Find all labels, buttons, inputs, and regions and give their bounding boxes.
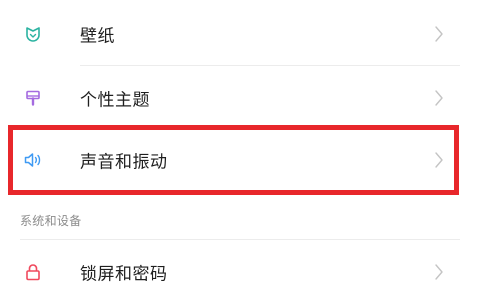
settings-item-label: 声音和振动: [80, 152, 168, 173]
settings-screen: 壁纸 个性主题 声音和振动 系统和设备 锁屏和密码: [0, 0, 482, 296]
settings-item-lockscreen[interactable]: 锁屏和密码: [0, 240, 482, 304]
settings-item-sound[interactable]: 声音和振动: [0, 128, 482, 192]
settings-item-label: 壁纸: [80, 26, 115, 47]
settings-item-wallpaper[interactable]: 壁纸: [0, 2, 482, 66]
settings-item-theme[interactable]: 个性主题: [0, 66, 482, 130]
lock-icon: [20, 259, 46, 285]
settings-item-label: 锁屏和密码: [80, 264, 168, 285]
chevron-right-icon: [434, 25, 444, 43]
settings-item-label: 个性主题: [80, 90, 150, 111]
chevron-right-icon: [434, 89, 444, 107]
section-title: 系统和设备: [20, 214, 82, 228]
chevron-right-icon: [434, 151, 444, 169]
theme-brush-icon: [20, 85, 46, 111]
speaker-icon: [20, 147, 46, 173]
chevron-right-icon: [434, 263, 444, 281]
wallpaper-icon: [20, 21, 46, 47]
